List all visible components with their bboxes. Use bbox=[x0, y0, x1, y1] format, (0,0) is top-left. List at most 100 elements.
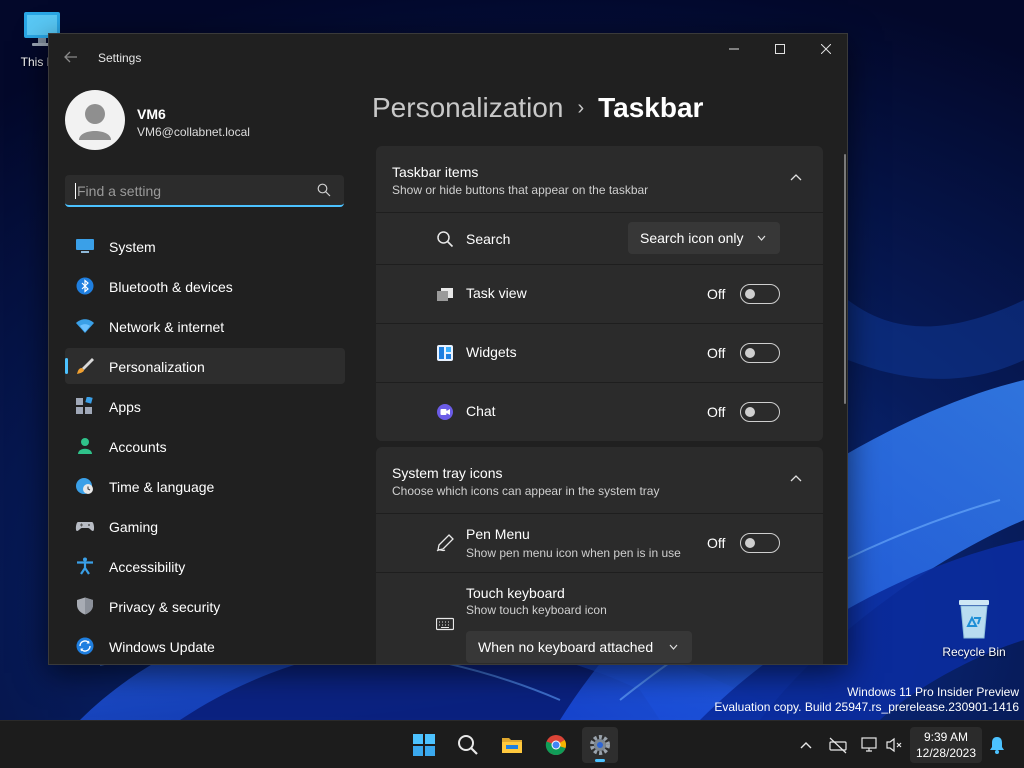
sidebar-item-label: Network & internet bbox=[109, 319, 225, 335]
desktop-icon-label: Recycle Bin bbox=[942, 645, 1006, 659]
taskbar-search-button[interactable] bbox=[450, 727, 486, 763]
widgets-setting-row: Widgets Off bbox=[376, 324, 823, 383]
toggle-knob bbox=[745, 538, 755, 548]
file-explorer-icon bbox=[502, 738, 522, 753]
search-input[interactable] bbox=[75, 181, 309, 201]
gamepad-icon bbox=[75, 522, 95, 531]
sidebar-item-label: Time & language bbox=[109, 479, 215, 495]
sidebar-item-system[interactable]: System bbox=[65, 228, 345, 264]
system-tray-header[interactable]: System tray icons Choose which icons can… bbox=[376, 447, 823, 514]
clock-date: 12/28/2023 bbox=[915, 746, 977, 760]
clock[interactable]: 9:39 AM 12/28/2023 bbox=[910, 727, 982, 763]
back-button[interactable] bbox=[61, 48, 81, 68]
chevron-up-icon[interactable] bbox=[790, 474, 802, 482]
chevron-up-icon[interactable] bbox=[796, 735, 816, 755]
chrome-icon bbox=[545, 735, 566, 756]
sidebar-item-accessibility[interactable]: Accessibility bbox=[65, 548, 345, 584]
keyboard-icon bbox=[436, 617, 454, 631]
desktop-icon-recycle-bin[interactable]: Recycle Bin bbox=[938, 596, 1010, 659]
sidebar-item-bluetooth-devices[interactable]: Bluetooth & devices bbox=[65, 268, 345, 304]
sidebar-item-privacy-security[interactable]: Privacy & security bbox=[65, 588, 345, 624]
window-title: Settings bbox=[98, 51, 142, 65]
profile-name: VM6 bbox=[137, 106, 166, 122]
settings-taskbar-button[interactable] bbox=[582, 727, 618, 763]
group-subtitle: Choose which icons can appear in the sys… bbox=[392, 484, 660, 498]
close-button[interactable] bbox=[803, 34, 847, 66]
system-tray-icons-group: System tray icons Choose which icons can… bbox=[376, 447, 823, 664]
watermark-line-1: Windows 11 Pro Insider Preview bbox=[847, 685, 1019, 699]
sidebar-item-label: System bbox=[109, 239, 156, 255]
row-label: Search bbox=[466, 231, 511, 247]
notification-bell-icon[interactable] bbox=[987, 735, 1007, 755]
toggle-state-label: Off bbox=[707, 535, 726, 551]
group-title: Taskbar items bbox=[392, 164, 479, 180]
widgets-toggle[interactable] bbox=[740, 343, 780, 363]
scrollbar[interactable] bbox=[844, 154, 846, 404]
volume-muted-icon[interactable] bbox=[884, 735, 904, 755]
row-label: Widgets bbox=[466, 344, 517, 360]
maximize-button[interactable] bbox=[757, 34, 803, 66]
chevron-down-icon bbox=[669, 644, 678, 650]
active-indicator bbox=[595, 759, 605, 762]
task-view-setting-row: Task view Off bbox=[376, 265, 823, 324]
row-sublabel: Show pen menu icon when pen is in use bbox=[466, 546, 681, 560]
brush-icon bbox=[77, 358, 94, 374]
network-off-icon[interactable] bbox=[828, 735, 848, 755]
display-icon[interactable] bbox=[860, 735, 880, 755]
update-icon bbox=[76, 637, 94, 655]
row-label: Task view bbox=[466, 285, 527, 301]
taskbar-items-header[interactable]: Taskbar items Show or hide buttons that … bbox=[376, 146, 823, 213]
sidebar-item-time-language[interactable]: Time & language bbox=[65, 468, 345, 504]
person-icon bbox=[78, 438, 92, 454]
pen-menu-setting-row: Pen Menu Show pen menu icon when pen is … bbox=[376, 514, 823, 573]
taskbar: 9:39 AM 12/28/2023 bbox=[0, 720, 1024, 768]
task-view-icon bbox=[437, 288, 453, 301]
minimize-icon bbox=[729, 48, 739, 50]
title-bar[interactable]: Settings bbox=[49, 34, 847, 80]
sidebar-item-network-internet[interactable]: Network & internet bbox=[65, 308, 345, 344]
watermark-line-2: Evaluation copy. Build 25947.rs_prerelea… bbox=[714, 700, 1019, 714]
sidebar-item-accounts[interactable]: Accounts bbox=[65, 428, 345, 464]
breadcrumb-parent[interactable]: Personalization bbox=[372, 92, 563, 123]
pen-menu-toggle[interactable] bbox=[740, 533, 780, 553]
sidebar-item-personalization[interactable]: Personalization bbox=[65, 348, 345, 384]
apps-icon bbox=[76, 397, 93, 414]
close-icon bbox=[820, 43, 832, 55]
task-view-toggle[interactable] bbox=[740, 284, 780, 304]
chat-setting-row: Chat Off bbox=[376, 383, 823, 441]
toggle-state-label: Off bbox=[707, 404, 726, 420]
arrow-left-icon bbox=[64, 51, 77, 63]
dropdown-value: Search icon only bbox=[640, 230, 744, 246]
settings-content: Taskbar items Show or hide buttons that … bbox=[376, 146, 823, 664]
group-title: System tray icons bbox=[392, 465, 503, 481]
breadcrumb: Personalization › Taskbar bbox=[372, 92, 703, 124]
chat-toggle[interactable] bbox=[740, 402, 780, 422]
touch-keyboard-setting-row: Touch keyboard Show touch keyboard icon … bbox=[376, 573, 823, 664]
accessibility-icon bbox=[77, 557, 93, 575]
settings-window: Settings VM6 VM6@collabnet.local Find a … bbox=[48, 33, 848, 665]
search-box[interactable] bbox=[65, 175, 344, 207]
touch-keyboard-dropdown[interactable]: When no keyboard attached bbox=[466, 631, 692, 663]
start-button[interactable] bbox=[406, 727, 442, 763]
avatar[interactable] bbox=[65, 90, 125, 150]
shield-icon bbox=[77, 597, 93, 615]
wifi-icon bbox=[76, 319, 94, 333]
search-icon bbox=[458, 735, 478, 755]
search-icon[interactable] bbox=[317, 183, 331, 197]
globe-clock-icon bbox=[76, 478, 93, 494]
breadcrumb-separator: › bbox=[577, 97, 585, 119]
profile-email: VM6@collabnet.local bbox=[137, 125, 250, 139]
chrome-button[interactable] bbox=[538, 727, 574, 763]
sidebar-item-label: Windows Update bbox=[109, 639, 215, 655]
minimize-button[interactable] bbox=[711, 34, 757, 66]
row-label: Chat bbox=[466, 403, 496, 419]
sidebar-item-windows-update[interactable]: Windows Update bbox=[65, 628, 345, 664]
sidebar-item-gaming[interactable]: Gaming bbox=[65, 508, 345, 544]
chevron-up-icon[interactable] bbox=[790, 173, 802, 181]
sidebar-item-label: Apps bbox=[109, 399, 141, 415]
file-explorer-button[interactable] bbox=[494, 727, 530, 763]
toggle-knob bbox=[745, 289, 755, 299]
search-setting-row: Search Search icon only bbox=[376, 213, 823, 265]
search-mode-dropdown[interactable]: Search icon only bbox=[628, 222, 780, 254]
sidebar-item-apps[interactable]: Apps bbox=[65, 388, 345, 424]
